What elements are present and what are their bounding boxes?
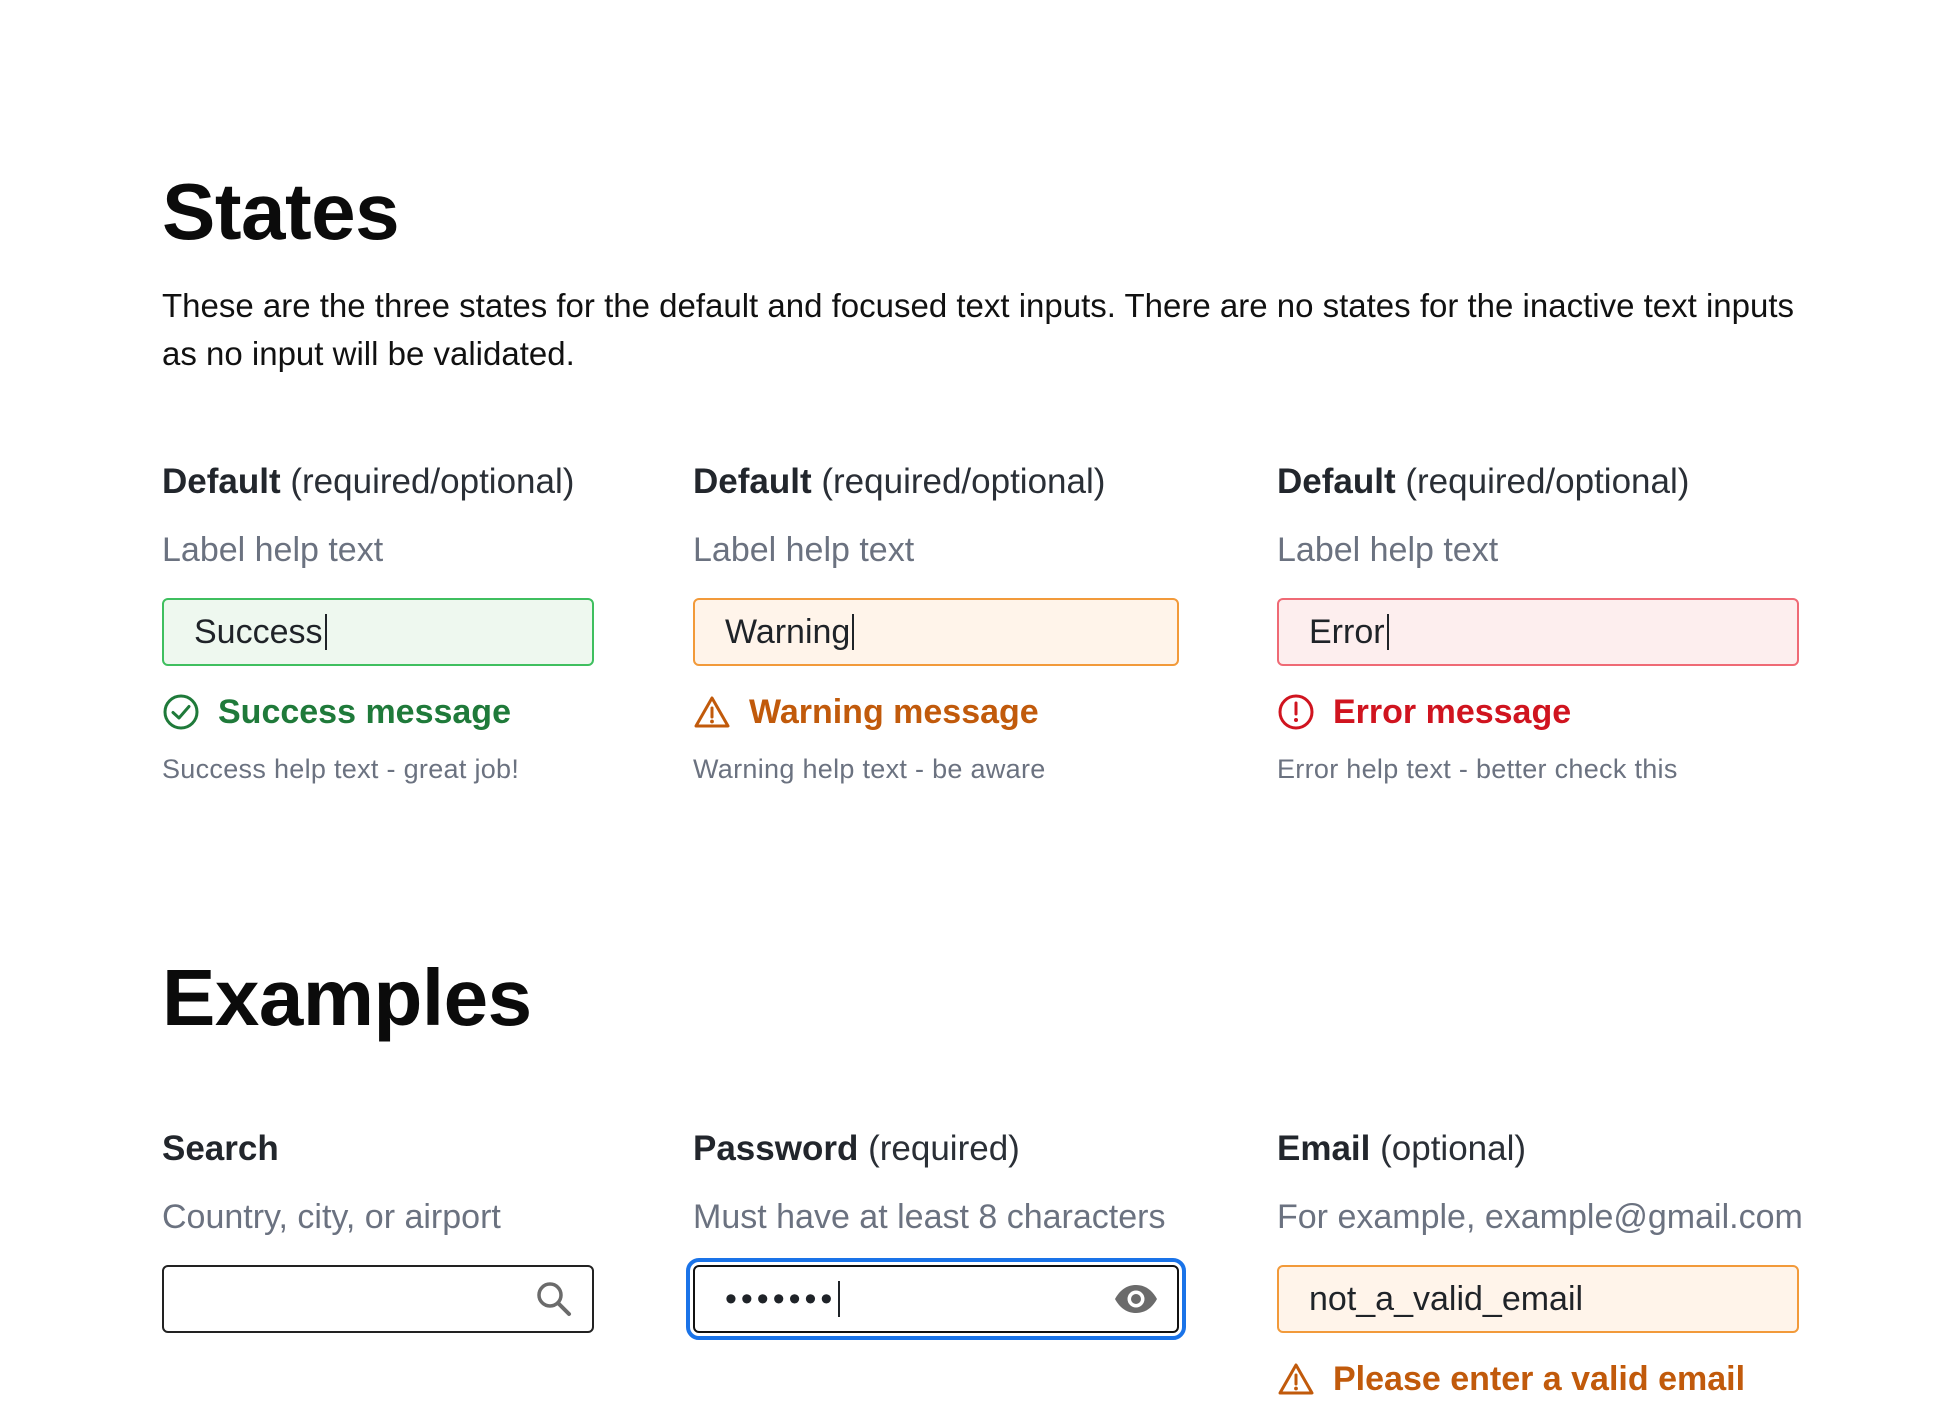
- field-help-text: Label help text: [1277, 531, 1499, 569]
- field-label: Search: [162, 1127, 594, 1171]
- field-label: Default (required/optional): [162, 460, 594, 504]
- input-value: not_a_valid_email: [1309, 1279, 1584, 1318]
- field-label-name: Email: [1277, 1129, 1371, 1168]
- field-help-text: Label help text: [693, 531, 915, 569]
- email-warning-message: Please enter a valid email: [1277, 1357, 1799, 1401]
- search-input[interactable]: [162, 1265, 594, 1333]
- input-value: Error: [1309, 612, 1385, 651]
- message-text: Error message: [1333, 693, 1572, 731]
- success-input[interactable]: Success: [162, 598, 594, 666]
- error-field: Default (required/optional) Label help t…: [1277, 460, 1799, 788]
- email-input[interactable]: not_a_valid_email: [1277, 1265, 1799, 1333]
- field-label-qualifier: (required/optional): [290, 462, 575, 501]
- success-message: Success message: [162, 690, 594, 734]
- search-field: Search Country, city, or airport: [162, 1127, 594, 1333]
- success-field: Default (required/optional) Label help t…: [162, 460, 594, 788]
- warning-triangle-icon: [693, 693, 731, 731]
- states-title: States: [162, 167, 400, 256]
- eye-icon[interactable]: [1113, 1283, 1159, 1315]
- text-caret: [852, 614, 855, 650]
- message-help-text: Success help text - great job!: [162, 754, 520, 784]
- text-caret: [838, 1281, 841, 1317]
- examples-title: Examples: [162, 953, 532, 1042]
- field-label: Default (required/optional): [1277, 460, 1799, 504]
- field-label-name: Default: [162, 462, 281, 501]
- message-help-text: Warning help text - be aware: [693, 754, 1046, 784]
- field-label-name: Search: [162, 1129, 279, 1168]
- message-text: Warning message: [749, 693, 1039, 731]
- field-label: Default (required/optional): [693, 460, 1179, 504]
- field-label-qualifier: (required/optional): [821, 462, 1106, 501]
- message-help-text: Error help text - better check this: [1277, 754, 1678, 784]
- check-circle-icon: [162, 693, 200, 731]
- warning-input[interactable]: Warning: [693, 598, 1179, 666]
- text-caret: [1386, 614, 1389, 650]
- field-label-qualifier: (required): [868, 1129, 1020, 1168]
- field-help-text: Country, city, or airport: [162, 1198, 501, 1236]
- search-icon[interactable]: [534, 1279, 574, 1319]
- field-label-qualifier: (optional): [1380, 1129, 1527, 1168]
- email-field: Email (optional) For example, example@gm…: [1277, 1127, 1803, 1401]
- field-label-qualifier: (required/optional): [1405, 462, 1690, 501]
- warning-message: Warning message: [693, 690, 1179, 734]
- error-input[interactable]: Error: [1277, 598, 1799, 666]
- field-label: Password (required): [693, 1127, 1179, 1171]
- input-value: Success: [194, 612, 323, 651]
- text-caret: [324, 614, 327, 650]
- password-field: Password (required) Must have at least 8…: [686, 1127, 1186, 1340]
- field-help-text: Label help text: [162, 531, 384, 569]
- field-label: Email (optional): [1277, 1127, 1799, 1171]
- field-help-text: Must have at least 8 characters: [693, 1198, 1166, 1236]
- field-label-name: Default: [693, 462, 812, 501]
- message-text: Success message: [218, 693, 511, 731]
- field-label-name: Default: [1277, 462, 1396, 501]
- field-help-text: For example, example@gmail.com: [1277, 1198, 1803, 1236]
- error-message: Error message: [1277, 690, 1799, 734]
- password-input[interactable]: •••••••: [686, 1258, 1186, 1340]
- input-value: •••••••: [725, 1279, 837, 1318]
- field-label-name: Password: [693, 1129, 859, 1168]
- message-text: Please enter a valid email: [1333, 1360, 1746, 1398]
- warning-field: Default (required/optional) Label help t…: [693, 460, 1179, 788]
- input-value: Warning: [725, 612, 851, 651]
- alert-circle-icon: [1277, 693, 1315, 731]
- warning-triangle-icon: [1277, 1360, 1315, 1398]
- states-intro: These are the three states for the defau…: [162, 287, 1795, 372]
